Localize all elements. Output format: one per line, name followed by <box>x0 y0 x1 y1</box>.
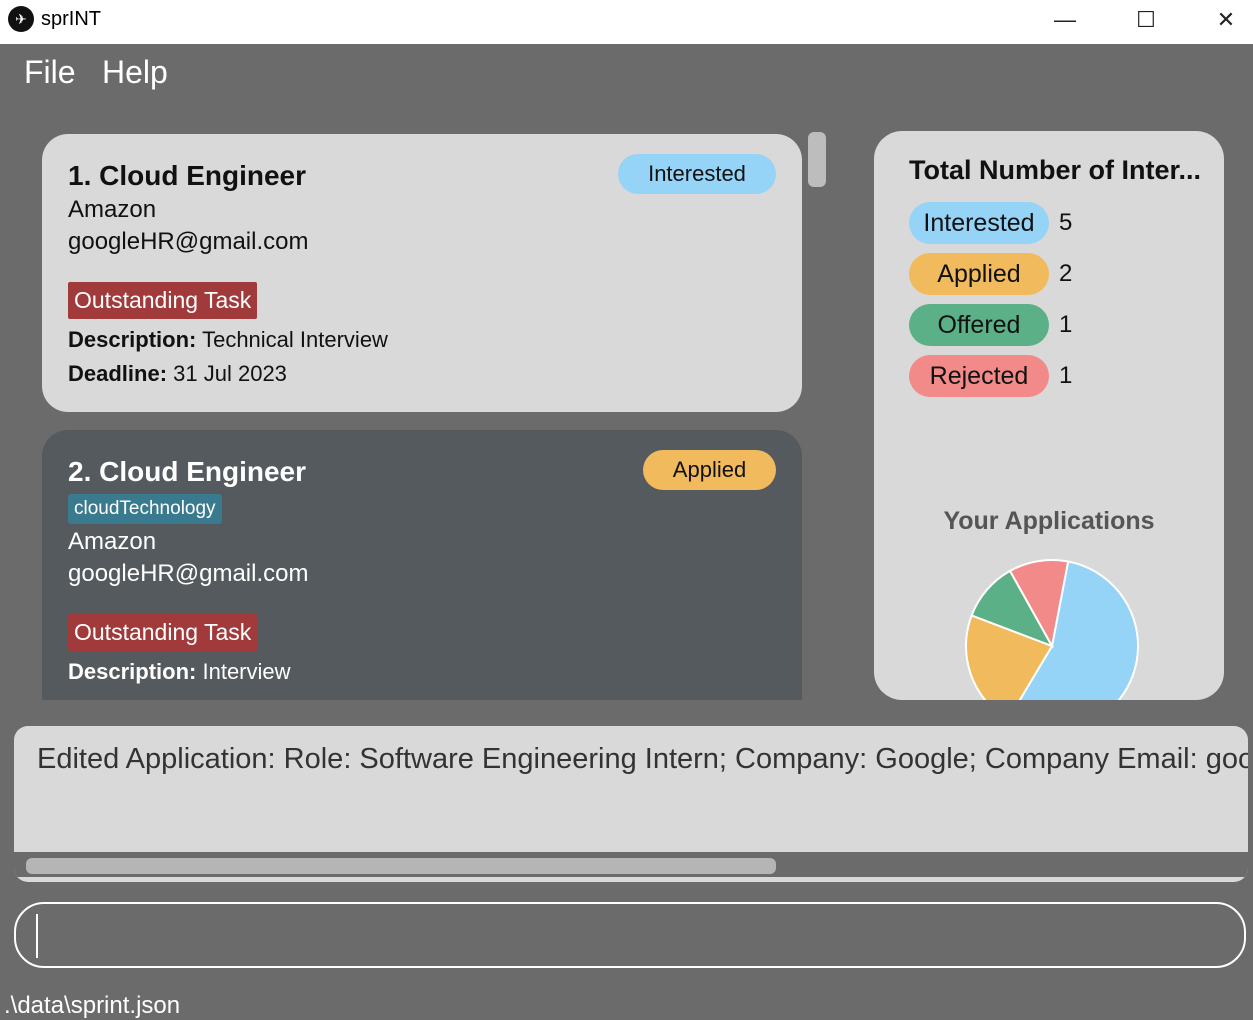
stat-label: Applied <box>909 253 1049 295</box>
statistics-title: Total Number of Inter... <box>909 155 1202 185</box>
stat-label: Offered <box>909 304 1049 346</box>
application-tag: cloudTechnology <box>68 494 222 524</box>
stat-count: 5 <box>1059 209 1073 236</box>
list-scrollbar[interactable] <box>808 132 826 187</box>
statistics-panel: Total Number of Inter... Interested 5 Ap… <box>874 131 1224 700</box>
title-bar: ✈ sprINT — ☐ ✕ <box>0 0 1253 44</box>
status-bar: .\data\sprint.json <box>0 980 1253 1020</box>
close-button[interactable]: ✕ <box>1206 6 1246 34</box>
app-logo-icon: ✈ <box>8 6 34 32</box>
task-deadline: Deadline: 31 Jul 2023 <box>68 361 776 387</box>
menu-bar: File Help <box>0 44 1253 106</box>
stat-count: 2 <box>1059 260 1073 287</box>
result-display: Edited Application: Role: Software Engin… <box>14 726 1248 882</box>
maximize-button[interactable]: ☐ <box>1126 6 1166 34</box>
task-description: Description: Technical Interview <box>68 327 776 353</box>
task-description: Description: Interview <box>68 659 776 685</box>
result-scrollbar-thumb[interactable] <box>26 858 776 874</box>
company-name: Amazon <box>68 196 157 223</box>
task-badge: Outstanding Task <box>68 614 258 651</box>
result-scrollbar[interactable] <box>14 852 1248 877</box>
application-card[interactable]: 1. Cloud Engineer Interested Amazon goog… <box>42 134 802 412</box>
menu-file[interactable]: File <box>24 54 76 91</box>
text-caret <box>36 914 38 958</box>
status-badge: Interested <box>618 154 776 194</box>
stat-count: 1 <box>1059 311 1073 338</box>
application-card[interactable]: 2. Cloud Engineer Applied cloudTechnolog… <box>42 430 802 700</box>
company-email: googleHR@gmail.com <box>68 228 309 255</box>
description-label: Description: <box>68 327 197 352</box>
stat-label: Rejected <box>909 355 1049 397</box>
deadline-value: 31 Jul 2023 <box>173 361 287 386</box>
stat-label: Interested <box>909 202 1049 244</box>
company-email: googleHR@gmail.com <box>68 560 309 587</box>
description-value: Technical Interview <box>202 327 388 352</box>
data-file-path: .\data\sprint.json <box>4 992 181 1019</box>
applications-pie-chart <box>965 559 1139 700</box>
description-value: Interview <box>202 659 291 684</box>
application-list[interactable]: 1. Cloud Engineer Interested Amazon goog… <box>42 132 804 700</box>
window-title: sprINT <box>41 8 101 30</box>
stat-count: 1 <box>1059 362 1073 389</box>
minimize-button[interactable]: — <box>1045 6 1085 34</box>
result-message: Edited Application: Role: Software Engin… <box>37 743 1248 775</box>
chart-title: Your Applications <box>943 507 1155 535</box>
company-name: Amazon <box>68 528 157 555</box>
deadline-label: Deadline: <box>68 361 168 386</box>
task-badge: Outstanding Task <box>68 282 258 319</box>
command-input[interactable] <box>14 902 1246 968</box>
menu-help[interactable]: Help <box>102 54 168 91</box>
description-label: Description: <box>68 659 197 684</box>
status-badge: Applied <box>643 450 776 490</box>
